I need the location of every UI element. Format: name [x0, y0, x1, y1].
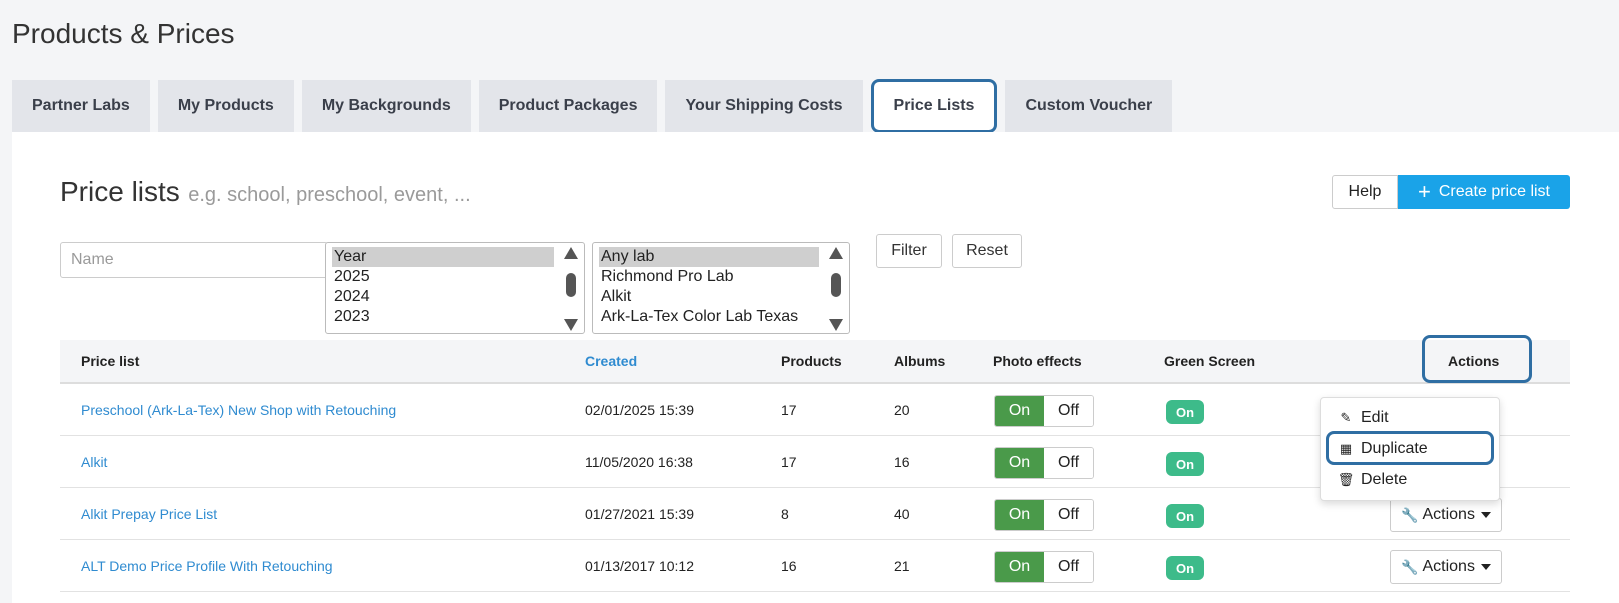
year-option[interactable]: Year	[332, 247, 554, 267]
green-screen-badge: On	[1166, 504, 1204, 528]
product-count: 8	[781, 506, 789, 522]
lab-scrollbar[interactable]	[829, 247, 843, 331]
green-screen-badge: On	[1166, 452, 1204, 476]
name-filter-input[interactable]	[60, 242, 328, 278]
year-option[interactable]: 2024	[326, 287, 554, 307]
toggle-off[interactable]: Off	[1044, 552, 1093, 582]
actions-button[interactable]: 🔧 Actions	[1390, 498, 1502, 532]
album-count: 40	[894, 506, 910, 522]
section-heading: Price lists e.g. school, preschool, even…	[60, 176, 471, 208]
menu-item-edit[interactable]: ✎ Edit	[1337, 406, 1389, 430]
toggle-on[interactable]: On	[995, 396, 1044, 426]
toggle-on[interactable]: On	[995, 552, 1044, 582]
photo-effects-toggle[interactable]: On Off	[994, 551, 1094, 583]
col-albums: Albums	[894, 353, 946, 369]
price-list-link[interactable]: Alkit Prepay Price List	[81, 488, 217, 540]
page-title: Products & Prices	[12, 18, 235, 49]
price-list-link[interactable]: Alkit	[81, 436, 107, 488]
lab-select[interactable]: Any lab Richmond Pro Lab Alkit Ark-La-Te…	[592, 242, 850, 334]
col-created[interactable]: Created	[585, 340, 637, 382]
created-date: 02/01/2025 15:39	[585, 402, 694, 418]
section-title: Price lists	[60, 176, 180, 207]
section-subtitle: e.g. school, preschool, event, ...	[188, 184, 471, 206]
menu-item-label: Edit	[1361, 409, 1389, 426]
toggle-on[interactable]: On	[995, 448, 1044, 478]
caret-down-icon	[1480, 564, 1491, 570]
photo-effects-toggle[interactable]: On Off	[994, 395, 1094, 427]
col-photo-effects: Photo effects	[993, 353, 1082, 369]
scroll-thumb[interactable]	[831, 273, 841, 297]
tab-shipping-costs[interactable]: Your Shipping Costs	[665, 80, 863, 132]
tab-my-backgrounds[interactable]: My Backgrounds	[301, 80, 471, 132]
toggle-on[interactable]: On	[995, 500, 1044, 530]
wrench-icon: 🔧	[1401, 558, 1419, 575]
album-count: 21	[894, 558, 910, 574]
tab-custom-voucher[interactable]: Custom Voucher	[1005, 80, 1173, 132]
menu-item-label: Delete	[1361, 471, 1408, 488]
wrench-icon: 🔧	[1401, 506, 1419, 523]
col-price-list: Price list	[81, 353, 140, 369]
filter-button[interactable]: Filter	[876, 234, 942, 268]
table-header: Price list Created Products Albums Photo…	[60, 340, 1570, 384]
scroll-up-icon[interactable]	[564, 247, 578, 259]
plus-icon: +	[1417, 179, 1431, 204]
green-screen-badge: On	[1166, 556, 1204, 580]
year-scrollbar[interactable]	[564, 247, 578, 331]
scroll-down-icon[interactable]	[829, 319, 843, 331]
create-price-list-label: Create price list	[1438, 183, 1550, 200]
created-date: 01/27/2021 15:39	[585, 506, 694, 522]
toggle-off[interactable]: Off	[1044, 500, 1093, 530]
product-count: 17	[781, 402, 797, 418]
tab-product-packages[interactable]: Product Packages	[478, 80, 658, 132]
pencil-icon: ✎	[1340, 410, 1352, 425]
price-list-link[interactable]: Preschool (Ark-La-Tex) New Shop with Ret…	[81, 384, 396, 436]
help-button[interactable]: Help	[1332, 175, 1398, 209]
lab-option[interactable]: Richmond Pro Lab	[593, 267, 819, 287]
reset-button[interactable]: Reset	[952, 234, 1022, 268]
price-list-link[interactable]: ALT Demo Price Profile With Retouching	[81, 540, 333, 592]
menu-item-delete[interactable]: 🗑 Delete	[1337, 468, 1408, 492]
tab-my-products[interactable]: My Products	[157, 80, 294, 132]
caret-down-icon	[1480, 512, 1491, 518]
green-screen-badge: On	[1166, 400, 1204, 424]
lab-option[interactable]: Ark-La-Tex Color Lab Texas	[593, 307, 819, 327]
trash-icon: 🗑	[1337, 472, 1355, 487]
scroll-down-icon[interactable]	[564, 319, 578, 331]
product-count: 16	[781, 558, 797, 574]
photo-effects-toggle[interactable]: On Off	[994, 447, 1094, 479]
created-date: 01/13/2017 10:12	[585, 558, 694, 574]
lab-option[interactable]: Alkit	[593, 287, 819, 307]
content-panel: Price lists e.g. school, preschool, even…	[12, 132, 1619, 603]
year-option[interactable]: 2025	[326, 267, 554, 287]
actions-button[interactable]: 🔧 Actions	[1390, 550, 1502, 584]
tab-price-lists[interactable]: Price Lists	[870, 79, 998, 133]
scroll-thumb[interactable]	[566, 273, 576, 297]
actions-label: Actions	[1422, 558, 1475, 575]
toggle-off[interactable]: Off	[1044, 396, 1093, 426]
year-select[interactable]: Year 2025 2024 2023	[325, 242, 585, 334]
table-row: ALT Demo Price Profile With Retouching 0…	[60, 540, 1570, 592]
col-green-screen: Green Screen	[1164, 353, 1256, 369]
product-count: 17	[781, 454, 797, 470]
album-count: 16	[894, 454, 910, 470]
col-products: Products	[781, 353, 842, 369]
year-option[interactable]: 2023	[326, 307, 554, 327]
photo-effects-toggle[interactable]: On Off	[994, 499, 1094, 531]
lab-option[interactable]: Any lab	[599, 247, 819, 267]
actions-header-highlight	[1422, 335, 1532, 383]
tab-partner-labs[interactable]: Partner Labs	[12, 80, 150, 132]
created-date: 11/05/2020 16:38	[585, 454, 693, 470]
actions-label: Actions	[1422, 506, 1475, 523]
toggle-off[interactable]: Off	[1044, 448, 1093, 478]
tab-bar: Partner Labs My Products My Backgrounds …	[12, 79, 1180, 133]
scroll-up-icon[interactable]	[829, 247, 843, 259]
duplicate-highlight	[1326, 431, 1494, 465]
create-price-list-button[interactable]: + Create price list	[1398, 175, 1570, 209]
album-count: 20	[894, 402, 910, 418]
